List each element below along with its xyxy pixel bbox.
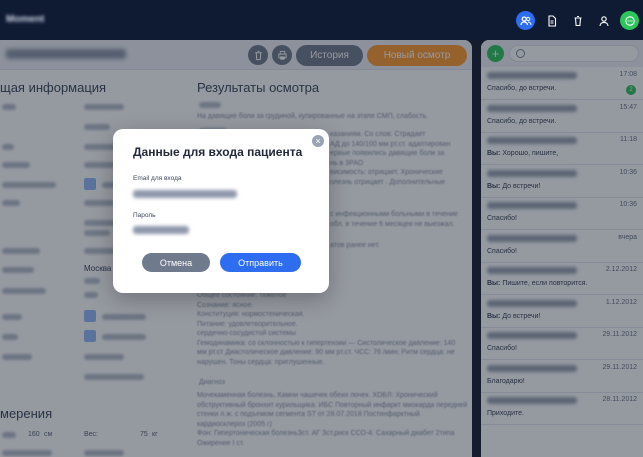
patient-login-dialog: × Данные для входа пациента Email для вх… (113, 129, 329, 293)
top-icons (516, 11, 639, 30)
password-value[interactable] (133, 226, 189, 234)
chat-icon[interactable] (620, 11, 639, 30)
users-icon[interactable] (516, 11, 535, 30)
document-icon[interactable] (542, 11, 561, 30)
email-label: Email для входа (133, 175, 182, 182)
password-label: Пароль (133, 212, 156, 219)
trash-icon[interactable] (568, 11, 587, 30)
person-icon[interactable] (594, 11, 613, 30)
app-logo: Moment (6, 14, 45, 25)
send-button[interactable]: Отправить (220, 253, 301, 272)
close-icon[interactable]: × (312, 135, 324, 147)
dialog-title: Данные для входа пациента (133, 145, 303, 159)
cancel-button[interactable]: Отмена (142, 253, 210, 272)
email-value[interactable] (133, 190, 237, 198)
top-bar: Moment (0, 0, 643, 40)
